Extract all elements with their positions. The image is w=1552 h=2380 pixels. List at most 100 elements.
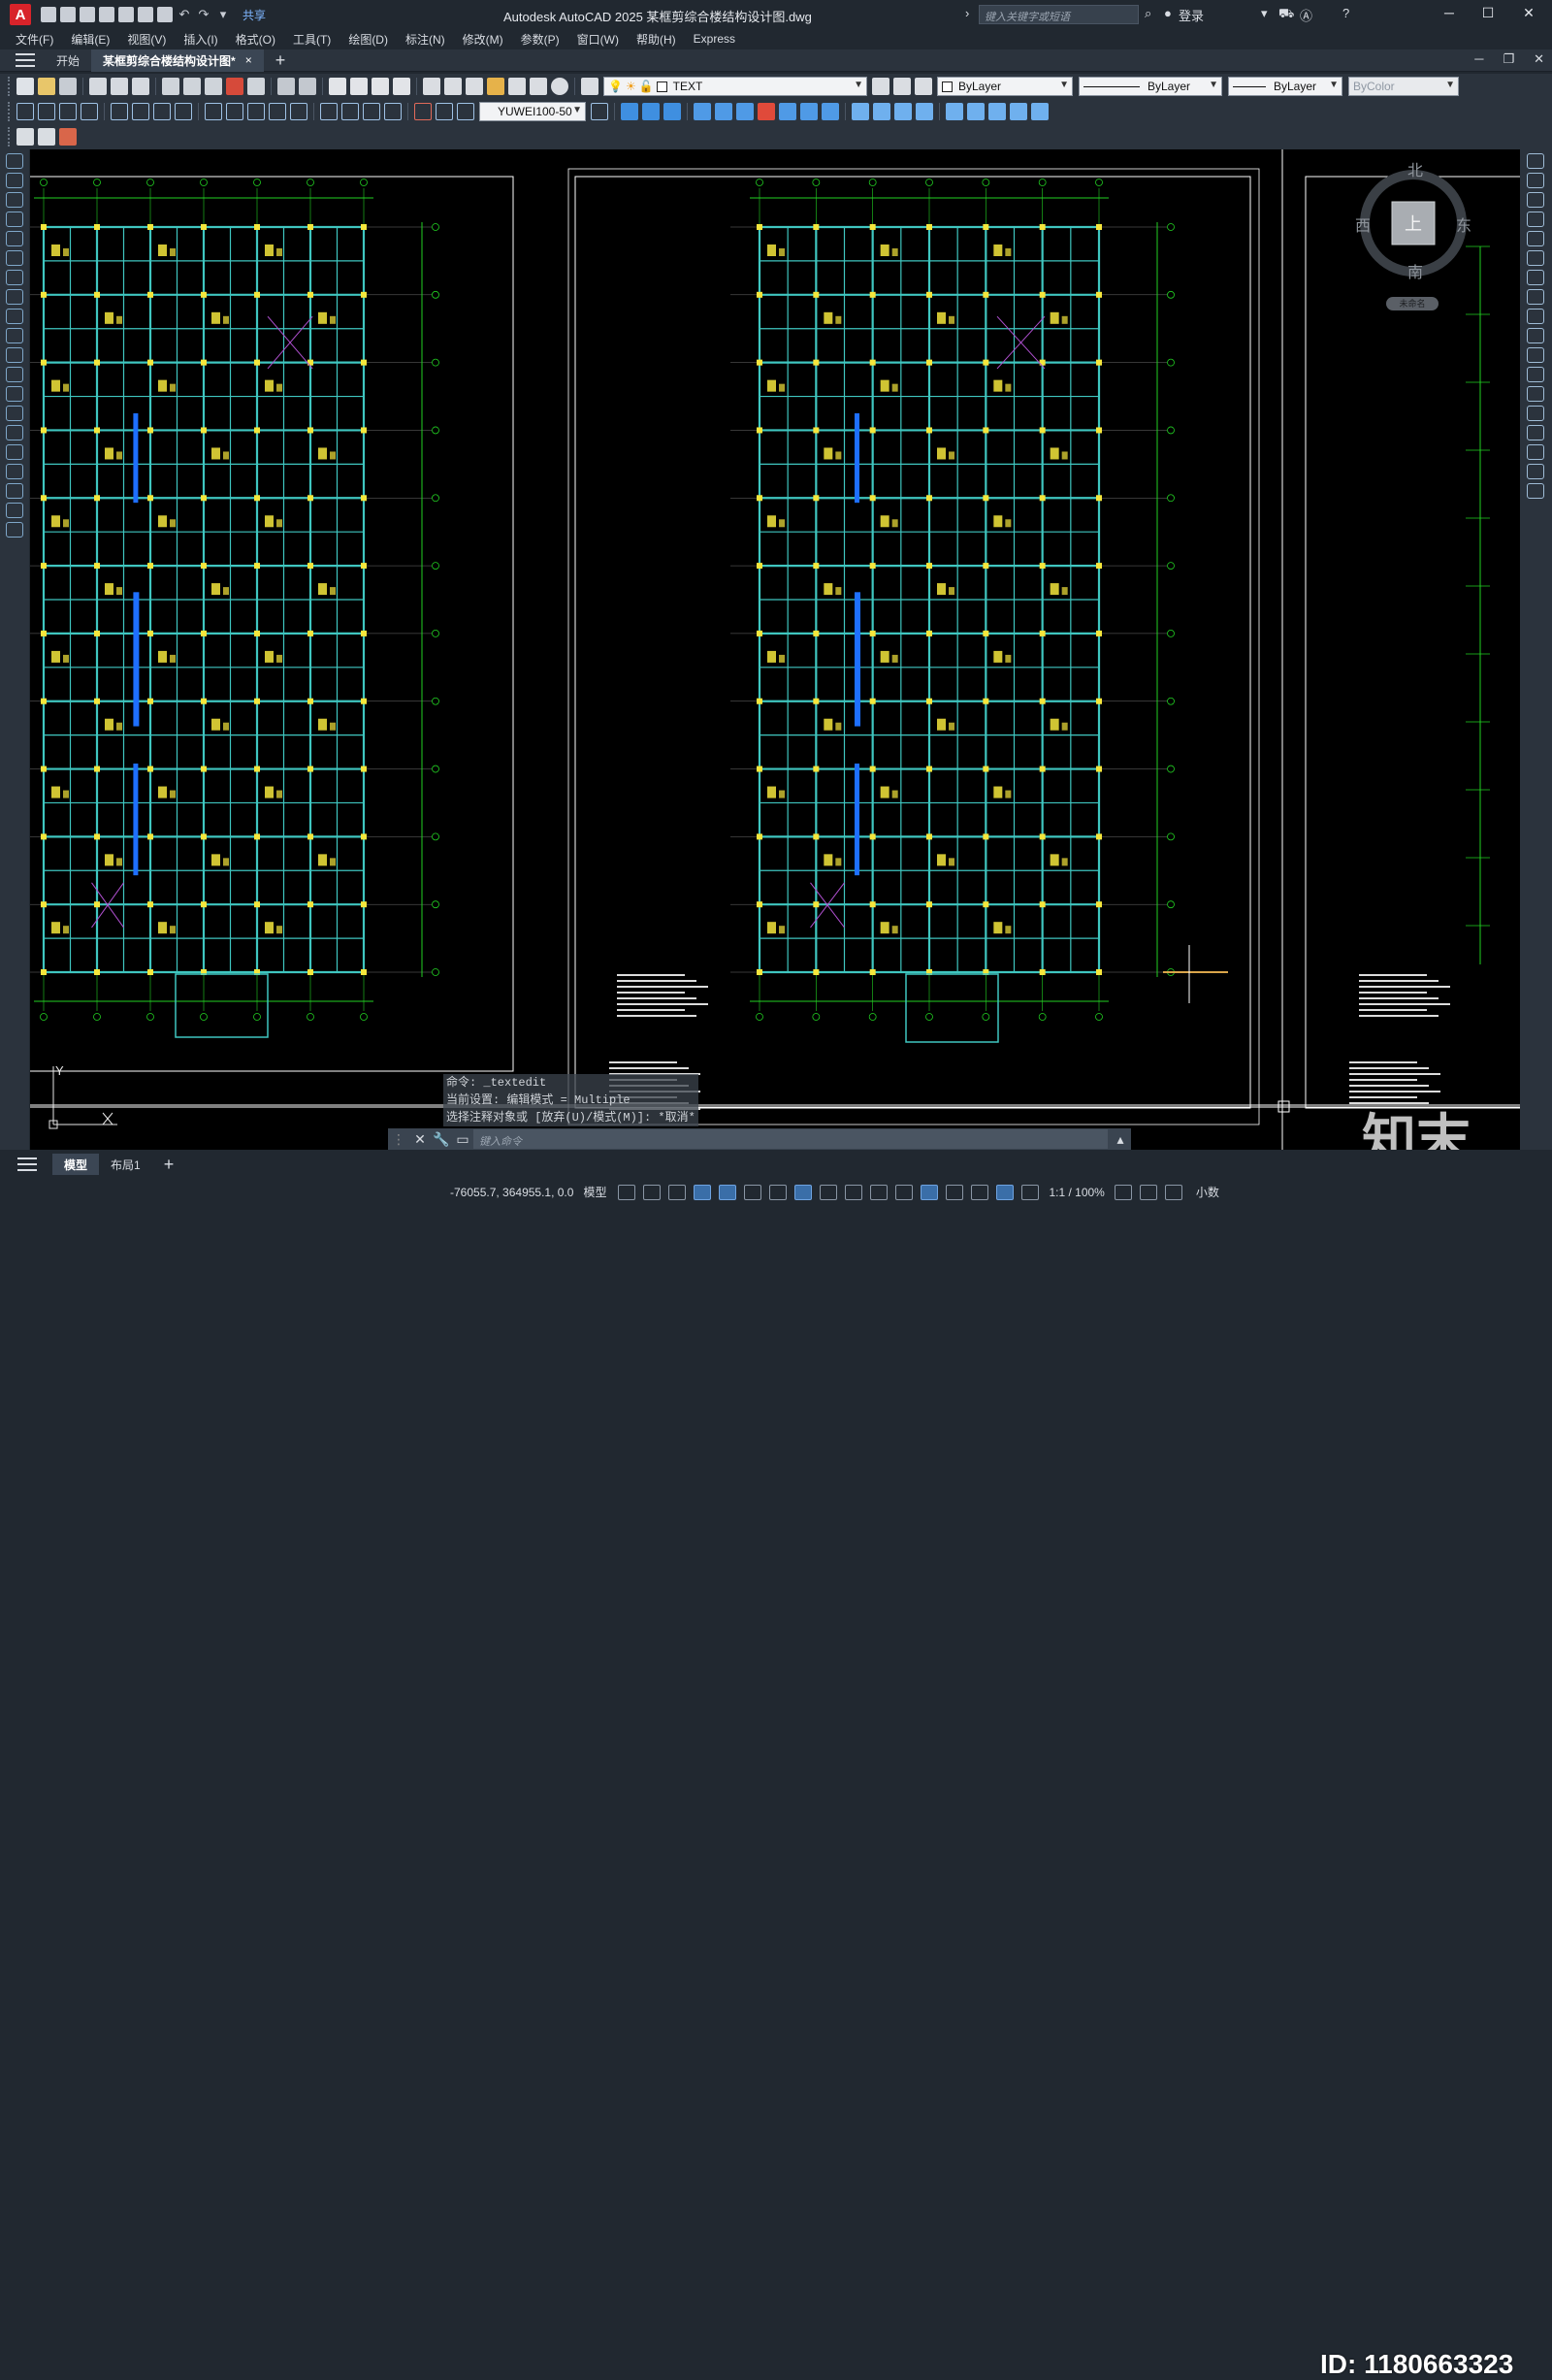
publish-icon[interactable] (132, 78, 149, 95)
tab-drawing[interactable]: 某框剪综合楼结构设计图* × (91, 49, 264, 72)
baseline-dim-icon[interactable] (226, 103, 243, 120)
3d-osnap-icon[interactable] (921, 1184, 939, 1200)
calculator-icon[interactable] (530, 78, 547, 95)
menu-dimension[interactable]: 标注(N) (396, 31, 453, 48)
3d-array-icon[interactable] (1010, 103, 1027, 120)
fillet-icon[interactable] (1527, 444, 1544, 460)
quick-dim-icon[interactable] (205, 103, 222, 120)
break-at-point-icon[interactable] (1527, 367, 1544, 382)
qnew-icon[interactable] (16, 78, 34, 95)
make-block-icon[interactable] (6, 386, 23, 402)
open-folder-icon[interactable] (60, 7, 76, 22)
dim-space-icon[interactable] (269, 103, 286, 120)
ucs-menu-button[interactable]: 未命名 (1386, 297, 1439, 310)
login-button[interactable]: 登录 (1179, 6, 1204, 24)
solid-edit-icon[interactable] (852, 103, 869, 120)
diameter-dim-icon[interactable] (153, 103, 171, 120)
selection-filter-icon[interactable] (971, 1184, 989, 1200)
menu-express[interactable]: Express (684, 32, 743, 46)
workspace-gear-icon[interactable] (1114, 1184, 1132, 1200)
model-space-toggle[interactable]: 模型 (583, 1184, 606, 1200)
menu-file[interactable]: 文件(F) (0, 31, 61, 48)
command-customize-icon[interactable]: 🔧 (431, 1131, 452, 1148)
help-toolbar-icon[interactable] (551, 78, 568, 95)
ordinate-dim-icon[interactable] (81, 103, 98, 120)
save-as-icon[interactable] (99, 7, 114, 22)
3d-mirror-icon[interactable] (1031, 103, 1049, 120)
array-icon[interactable] (1527, 231, 1544, 246)
auto-scale-icon[interactable] (1021, 1184, 1040, 1200)
undo-toolbar-icon[interactable] (277, 78, 295, 95)
menu-insert[interactable]: 插入(I) (174, 31, 225, 48)
radius-dim-icon[interactable] (111, 103, 128, 120)
maximize-icon[interactable]: ☐ (1478, 5, 1498, 22)
selection-cycling-icon[interactable] (895, 1184, 914, 1200)
revolve-icon[interactable] (758, 103, 775, 120)
command-prompt-icon[interactable]: ▭ (452, 1131, 473, 1148)
annotation-scale[interactable]: 1:1 / 100% (1049, 1186, 1104, 1199)
stretch-icon[interactable] (1527, 309, 1544, 324)
slice-icon[interactable] (873, 103, 890, 120)
spline-icon[interactable] (6, 309, 23, 324)
viewcube-top-face[interactable]: 上 (1405, 211, 1422, 236)
plot-toolbar-icon[interactable] (89, 78, 107, 95)
layer-state-icon[interactable] (915, 78, 932, 95)
color-dropdown[interactable]: ByLayer ▼ (937, 77, 1073, 96)
hatch-icon[interactable] (6, 425, 23, 440)
save-icon[interactable] (80, 7, 95, 22)
3d-align-icon[interactable] (988, 103, 1006, 120)
search-expand-icon[interactable]: › (965, 6, 969, 20)
command-close-icon[interactable]: ✕ (409, 1131, 431, 1148)
copy-icon[interactable] (183, 78, 201, 95)
share-button[interactable]: 共享 (242, 7, 266, 23)
solid-cone-icon[interactable] (663, 103, 681, 120)
mirror-icon[interactable] (1527, 192, 1544, 208)
ortho-icon[interactable] (719, 1184, 737, 1200)
erase-icon[interactable] (1527, 153, 1544, 169)
drawing-close-icon[interactable]: ✕ (1534, 51, 1544, 67)
compass-north[interactable]: 北 (1407, 157, 1423, 180)
revision-cloud-icon[interactable] (6, 289, 23, 305)
menu-tools[interactable]: 工具(T) (283, 31, 339, 48)
grid-icon[interactable] (618, 1184, 636, 1200)
loft-icon[interactable] (779, 103, 796, 120)
chamfer-icon[interactable] (1527, 425, 1544, 440)
object-snap-tracking-icon[interactable] (794, 1184, 813, 1200)
dim-edit-icon[interactable] (414, 103, 432, 120)
account-dropdown-icon[interactable]: ▾ (1261, 6, 1268, 21)
snap-icon[interactable] (643, 1184, 662, 1200)
trim-icon[interactable] (1527, 328, 1544, 343)
explode-icon[interactable] (1527, 483, 1544, 499)
copy-object-icon[interactable] (1527, 173, 1544, 188)
point-icon[interactable] (6, 406, 23, 421)
presspull-icon[interactable] (715, 103, 732, 120)
paste-icon[interactable] (205, 78, 222, 95)
tab-layout1[interactable]: 布局1 (99, 1154, 152, 1175)
menu-format[interactable]: 格式(O) (226, 31, 283, 48)
undo-icon[interactable]: ↶ (177, 7, 192, 22)
dynamic-input-icon[interactable] (694, 1184, 712, 1200)
command-history-toggle-icon[interactable]: ▴ (1110, 1131, 1131, 1148)
lineweight-display-icon[interactable] (845, 1184, 863, 1200)
tab-close-icon[interactable]: × (245, 53, 252, 67)
match-properties-icon[interactable] (226, 78, 243, 95)
region-icon[interactable] (6, 464, 23, 479)
annotation-monitor-icon[interactable] (1139, 1184, 1157, 1200)
units-icon[interactable] (1164, 1184, 1182, 1200)
subtract-icon[interactable] (822, 103, 839, 120)
linear-dim-icon[interactable] (16, 103, 34, 120)
open-icon[interactable] (38, 78, 55, 95)
block-editor-icon[interactable] (247, 78, 265, 95)
layer-dropdown[interactable]: 💡 ☀ 🔓 TEXT ▼ (603, 77, 867, 96)
command-input[interactable]: 键入命令 (473, 1129, 1108, 1149)
compass-east[interactable]: 东 (1456, 212, 1471, 236)
scale-icon[interactable] (1527, 289, 1544, 305)
new-tab-button[interactable]: + (264, 50, 298, 71)
union-icon[interactable] (800, 103, 818, 120)
sheet-set-icon[interactable] (487, 78, 504, 95)
toolbar-grip[interactable] (8, 102, 11, 121)
compass-south[interactable]: 南 (1407, 259, 1423, 282)
transparency-icon[interactable] (870, 1184, 889, 1200)
interfere-icon[interactable] (894, 103, 912, 120)
offset-icon[interactable] (1527, 212, 1544, 227)
